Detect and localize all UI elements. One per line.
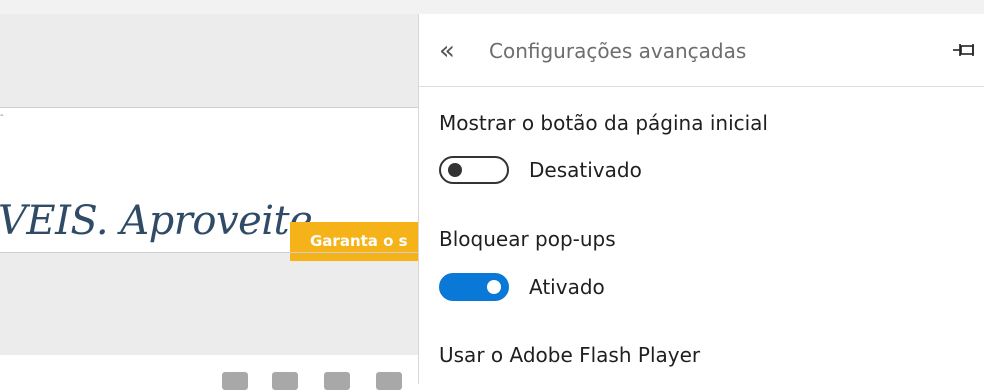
browser-top-strip bbox=[0, 0, 984, 14]
promo-button[interactable]: Garanta o s bbox=[290, 222, 430, 261]
youtube-icon[interactable] bbox=[324, 372, 350, 390]
toggle-knob bbox=[448, 163, 462, 177]
banner-tick-mark: - bbox=[0, 110, 4, 121]
promo-text: VEIS. Aproveite. bbox=[0, 198, 325, 244]
advanced-settings-panel: « Configurações avançadas Mostrar o botã… bbox=[418, 14, 984, 384]
setting-label-home-button: Mostrar o botão da página inicial bbox=[439, 111, 768, 135]
footer-area bbox=[0, 355, 418, 384]
facebook-icon[interactable] bbox=[222, 372, 248, 390]
home-button-toggle[interactable] bbox=[439, 156, 509, 184]
back-chevron-icon[interactable]: « bbox=[439, 36, 455, 66]
panel-header: « Configurações avançadas bbox=[419, 14, 984, 86]
header-divider bbox=[419, 86, 984, 87]
twitter-icon[interactable] bbox=[272, 372, 298, 390]
panel-title: Configurações avançadas bbox=[489, 39, 747, 63]
home-button-toggle-state: Desativado bbox=[529, 158, 642, 182]
instagram-icon[interactable] bbox=[376, 372, 402, 390]
setting-label-popups: Bloquear pop-ups bbox=[439, 227, 616, 251]
toggle-knob bbox=[487, 280, 501, 294]
pin-icon[interactable] bbox=[951, 38, 981, 62]
setting-label-flash: Usar o Adobe Flash Player bbox=[439, 343, 701, 367]
popups-toggle-state: Ativado bbox=[529, 275, 605, 299]
banner-bottom-divider bbox=[0, 252, 418, 253]
popups-toggle[interactable] bbox=[439, 273, 509, 301]
